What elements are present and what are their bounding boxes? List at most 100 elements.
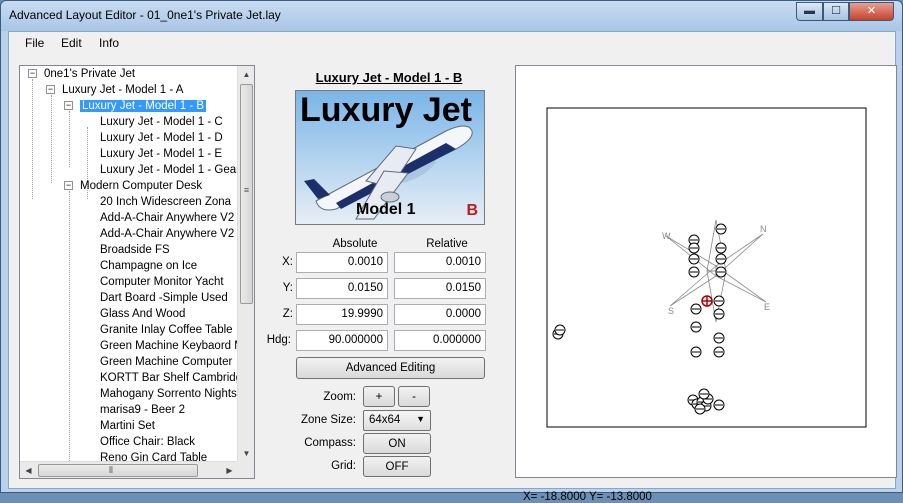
- compass-toggle-button[interactable]: ON: [363, 433, 431, 454]
- tree-item[interactable]: Broadside FS: [100, 242, 170, 258]
- tree-item[interactable]: Green Machine Keybaord M: [100, 338, 244, 354]
- tree-item-label: Modern Computer Desk: [80, 180, 203, 192]
- tree-item[interactable]: Office Chair: Black: [100, 434, 195, 450]
- object-thumbnail: Luxury Jet Model 1 B: [295, 90, 485, 225]
- collapse-toggle[interactable]: −: [64, 101, 73, 110]
- tree-item-label: Green Machine Keybaord M: [100, 340, 244, 352]
- tree-item-root[interactable]: − 0ne1's Private Jet: [26, 66, 135, 82]
- tree-item-label: Granite Inlay Coffee Table: [100, 324, 233, 336]
- zoom-label: Zoom:: [323, 391, 356, 403]
- tree-item-label: Luxury Jet - Model 1 - Gear: [100, 164, 240, 176]
- compass-letter-s: S: [668, 306, 674, 316]
- maximize-button[interactable]: ☐: [823, 2, 849, 21]
- collapse-toggle[interactable]: −: [64, 181, 73, 190]
- tree-line: [69, 191, 70, 461]
- tree-item[interactable]: Mahogany Sorrento Nightsta: [100, 386, 246, 402]
- tree-item[interactable]: Computer Monitor Yacht: [100, 274, 224, 290]
- tree-item[interactable]: Champagne on Ice: [100, 258, 197, 274]
- x-relative-field[interactable]: 0.0010: [394, 252, 486, 273]
- heading-relative-field[interactable]: 0.000000: [394, 330, 486, 351]
- menu-info[interactable]: Info: [99, 36, 119, 50]
- tree-item[interactable]: − Modern Computer Desk: [62, 178, 202, 194]
- tree-item[interactable]: Granite Inlay Coffee Table: [100, 322, 233, 338]
- app-window: Advanced Layout Editor - 01_0ne1's Priva…: [0, 0, 903, 503]
- collapse-toggle[interactable]: −: [28, 69, 37, 78]
- tree-item[interactable]: Luxury Jet - Model 1 - E: [100, 146, 222, 162]
- tree-item-label: Broadside FS: [100, 244, 170, 256]
- tree-item[interactable]: Luxury Jet - Model 1 - D: [100, 130, 223, 146]
- tree-item-label: Luxury Jet - Model 1 - D: [100, 132, 223, 144]
- zone-size-label: Zone Size:: [301, 414, 356, 426]
- scroll-thumb[interactable]: ≡: [240, 84, 253, 304]
- tree-item-label: Luxury Jet - Model 1 - E: [100, 148, 223, 160]
- tree-line: [51, 95, 52, 183]
- client-area: File Edit Info − 0ne1's Private Jet − Lu…: [8, 31, 897, 503]
- zone-size-dropdown[interactable]: 64x64 ▼: [363, 410, 431, 431]
- tree-item[interactable]: Green Machine Computer: [100, 354, 232, 370]
- zone-size-value: 64x64: [369, 414, 401, 426]
- tree-item-label: Luxury Jet - Model 1 - B: [80, 100, 207, 112]
- thumbnail-model-label: Model 1: [356, 201, 416, 218]
- grid-toggle-button[interactable]: OFF: [363, 456, 431, 477]
- tree-item-label: Luxury Jet - Model 1 - C: [100, 116, 223, 128]
- layout-view[interactable]: W N S E: [516, 66, 898, 479]
- scroll-left-arrow[interactable]: ◀: [20, 462, 37, 478]
- grid-label: Grid:: [331, 460, 356, 472]
- z-absolute-field[interactable]: 19.9990: [296, 304, 388, 325]
- tree-horizontal-scrollbar[interactable]: ◀ ⦀ ▶: [20, 461, 238, 478]
- chevron-down-icon: ▼: [416, 414, 425, 424]
- menu-file[interactable]: File: [25, 36, 44, 50]
- selected-object-title: Luxury Jet - Model 1 - B: [315, 70, 463, 85]
- y-absolute-field[interactable]: 0.0150: [296, 278, 388, 299]
- y-relative-field[interactable]: 0.0150: [394, 278, 486, 299]
- x-absolute-field[interactable]: 0.0010: [296, 252, 388, 273]
- heading-absolute-field[interactable]: 90.000000: [296, 330, 388, 351]
- tree-item-label: Dart Board -Simple Used: [100, 292, 228, 304]
- title-bar[interactable]: Advanced Layout Editor - 01_0ne1's Priva…: [1, 1, 902, 31]
- tree-item[interactable]: Luxury Jet - Model 1 - Gear: [100, 162, 240, 178]
- collapse-toggle[interactable]: −: [46, 85, 55, 94]
- z-relative-field[interactable]: 0.0000: [394, 304, 486, 325]
- tree-item[interactable]: marisa9 - Beer 2: [100, 402, 185, 418]
- tree-item-label: Computer Monitor Yacht: [100, 276, 224, 288]
- object-tree[interactable]: − 0ne1's Private Jet − Luxury Jet - Mode…: [19, 65, 255, 479]
- tree-item-label: Green Machine Computer: [100, 356, 233, 368]
- z-label: Z:: [282, 308, 293, 320]
- tree-item[interactable]: 20 Inch Widescreen Zona: [100, 194, 231, 210]
- compass-letter-e: E: [764, 302, 770, 312]
- tree-item-label: KORTT Bar Shelf Cambridge: [100, 372, 249, 384]
- tree-item[interactable]: Glass And Wood: [100, 306, 185, 322]
- compass-letter-w: W: [662, 231, 671, 241]
- tree-item-selected[interactable]: − Luxury Jet - Model 1 - B: [62, 98, 207, 114]
- tree-item[interactable]: − Luxury Jet - Model 1 - A: [44, 82, 183, 98]
- tree-item-label: Add-A-Chair Anywhere V2: [100, 228, 235, 240]
- tree-item[interactable]: Add-A-Chair Anywhere V2: [100, 226, 234, 242]
- scroll-corner: [237, 461, 254, 478]
- close-button[interactable]: ✕: [849, 2, 894, 21]
- scroll-thumb[interactable]: ⦀: [38, 464, 198, 477]
- advanced-editing-button[interactable]: Advanced Editing: [296, 357, 485, 379]
- menu-edit[interactable]: Edit: [61, 36, 82, 50]
- absolute-column-header: Absolute: [332, 238, 378, 250]
- zoom-out-button[interactable]: -: [398, 386, 430, 407]
- tree-item[interactable]: Luxury Jet - Model 1 - C: [100, 114, 223, 130]
- tree-vertical-scrollbar[interactable]: ▲ ≡ ▼: [237, 66, 254, 462]
- layout-canvas[interactable]: W N S E: [515, 65, 897, 478]
- grip-icon: ⦀: [109, 465, 113, 475]
- zoom-in-button[interactable]: +: [363, 386, 395, 407]
- zone-boundary: [546, 107, 867, 428]
- tree-item[interactable]: Dart Board -Simple Used: [100, 290, 228, 306]
- tree-item[interactable]: KORTT Bar Shelf Cambridge: [100, 370, 249, 386]
- scroll-up-arrow[interactable]: ▲: [238, 66, 254, 83]
- heading-label: Hdg:: [266, 334, 291, 346]
- scroll-down-arrow[interactable]: ▼: [238, 445, 254, 462]
- tree-item-label: Office Chair: Black: [100, 436, 196, 448]
- tree-item-label: Martini Set: [100, 420, 155, 432]
- thumbnail-variant-label: B: [466, 202, 478, 219]
- minimize-button[interactable]: ▬: [796, 2, 823, 21]
- tree-item[interactable]: Martini Set: [100, 418, 155, 434]
- tree-item-label: 0ne1's Private Jet: [44, 68, 136, 80]
- grip-icon: ≡: [243, 185, 250, 195]
- scroll-right-arrow[interactable]: ▶: [221, 462, 238, 478]
- tree-item[interactable]: Add-A-Chair Anywhere V2: [100, 210, 234, 226]
